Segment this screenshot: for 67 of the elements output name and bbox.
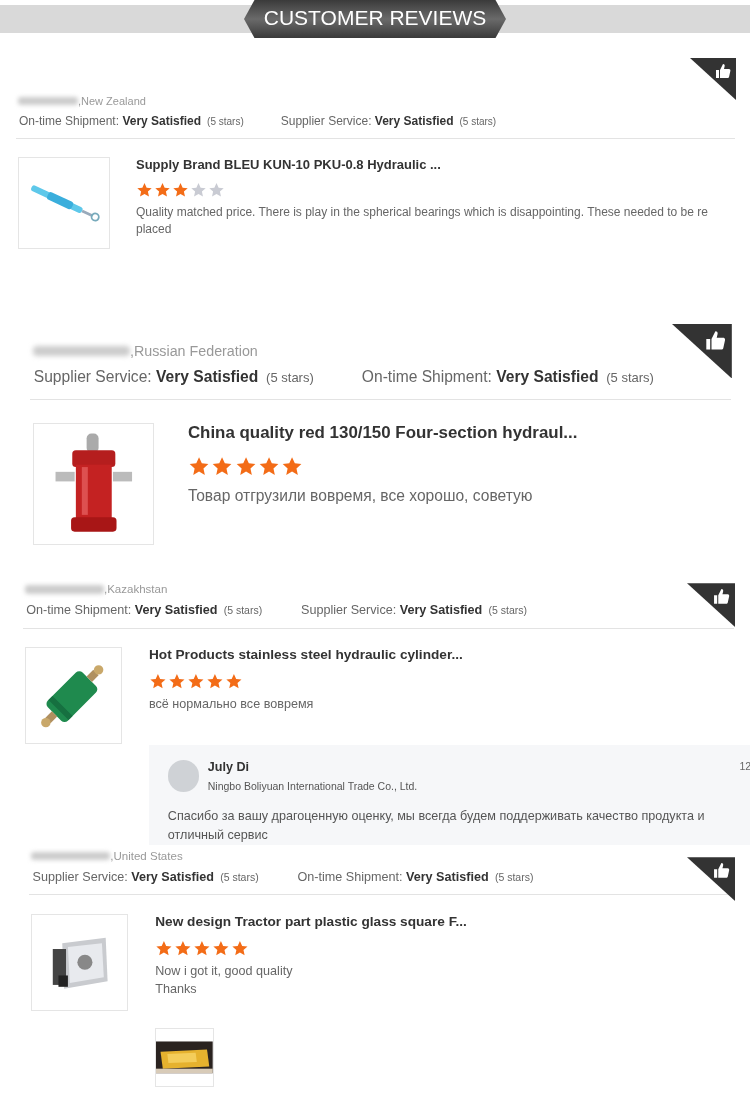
reply-text: Спасибо за вашу драгоценную оценку, мы всегда будем поддерживать качество продукта и отличный сервис [167, 808, 706, 844]
rating-label: On-time Shipment: [19, 114, 121, 128]
thumbs-up-icon [715, 63, 731, 79]
product-title[interactable]: China quality red 130/150 Four-section hydraul... [187, 423, 731, 444]
thumbs-up-icon [704, 330, 726, 352]
rating-stars-text: (5 stars) [220, 870, 259, 883]
avatar [167, 760, 200, 792]
reviewer-country: ,New Zealand [78, 95, 146, 107]
rating-label: On-time Shipment: [361, 368, 493, 386]
star-icon [193, 939, 211, 957]
rating-label: Supplier Service: [33, 368, 153, 386]
star-icon [224, 672, 243, 690]
star-icon [155, 939, 174, 957]
thumbs-up-icon [713, 862, 731, 880]
rating-stars-text: (5 stars) [207, 116, 244, 127]
review-comment: Now i got it, good quality Thanks [155, 962, 294, 998]
rating-label: Supplier Service: [280, 114, 373, 128]
star-icon [154, 182, 171, 198]
star-icon [167, 672, 186, 690]
rating-label: On-time Shipment: [26, 603, 133, 618]
product-title[interactable]: New design Tractor part plastic glass square F... [155, 914, 735, 930]
reply-author: July Di [207, 760, 251, 775]
star-icon [174, 939, 192, 957]
reviewer-country: ,Russian Federation [130, 343, 258, 360]
review-comment: Товар отгрузили вовремя, все хорошо, советую [187, 486, 534, 507]
rating-label: Supplier Service: [32, 869, 129, 884]
review-comment: Quality matched price. There is play in the spherical bearings which is disappointing. These needed to be re placed [136, 204, 709, 238]
reviewer-country: ,Kazakhstan [103, 583, 168, 596]
rating-value: Very Satisfied [406, 869, 489, 884]
rating-value: Very Satisfied [374, 114, 454, 128]
rating-value: Very Satisfied [399, 603, 483, 618]
rating-stars-text: (5 stars) [223, 604, 263, 617]
thumbs-up-icon [713, 588, 731, 606]
rating-value: Very Satisfied [131, 869, 214, 884]
rating-label: Supplier Service: [301, 603, 398, 618]
blurred-name [18, 97, 78, 105]
review-comment: всё нормально все вовремя [148, 696, 315, 714]
rating-stars-text: (5 stars) [606, 370, 654, 386]
rating-stars-text: (5 stars) [494, 870, 534, 883]
star-icon [258, 456, 281, 478]
rating-value: Very Satisfied [122, 114, 202, 128]
star-icon [211, 939, 230, 957]
rating-label: On-time Shipment: [297, 869, 404, 884]
rating-value: Very Satisfied [134, 603, 218, 618]
section-title: CUSTOMER REVIEWS [244, 0, 506, 38]
star-icon [172, 182, 189, 198]
product-title[interactable]: Hot Products stainless steel hydraulic cylinder... [148, 647, 735, 663]
star-icon [281, 456, 304, 478]
reply-date: 12 [739, 760, 750, 773]
rating-stars-text: (5 stars) [459, 116, 497, 127]
rating-value: Very Satisfied [496, 368, 599, 386]
star-icon [230, 939, 249, 957]
rating-value: Very Satisfied [156, 368, 259, 386]
star-icon [211, 456, 234, 478]
star-icon [234, 456, 257, 478]
star-icon [187, 456, 210, 478]
rating-stars-text: (5 stars) [488, 604, 528, 617]
star-icon [136, 182, 153, 198]
star-icon [186, 672, 205, 690]
star-icon [190, 182, 207, 198]
product-title[interactable]: Supply Brand BLEU KUN-10 PKU-0.8 Hydraulic ... [136, 157, 735, 172]
star-icon [208, 182, 225, 198]
rating-stars-text: (5 stars) [266, 370, 314, 386]
reviewer-country: ,United States [110, 850, 183, 863]
star-icon [205, 672, 224, 690]
star-icon [148, 672, 167, 690]
company-name: Ningbo Boliyuan International Trade Co., Ltd. [207, 780, 418, 793]
